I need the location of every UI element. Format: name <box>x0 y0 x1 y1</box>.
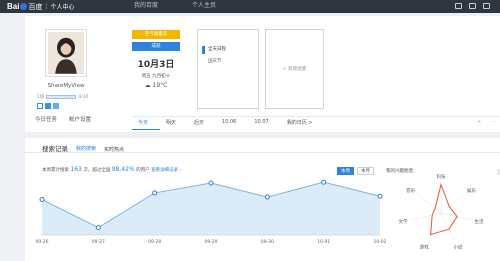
chart-tick-label: 09-26 <box>35 239 48 245</box>
chart-point <box>95 225 101 231</box>
tab-today[interactable]: 今天 <box>132 117 161 130</box>
paw-icon <box>20 3 28 10</box>
level-row: 1级 0/30 <box>37 94 89 101</box>
radar-label: 科技 <box>437 173 446 180</box>
badge-icon[interactable] <box>53 103 59 109</box>
baidu-logo[interactable]: Bai 百度 | 个人中心 <box>7 2 75 11</box>
radar-axis <box>411 212 442 220</box>
personal-center-label: 个人中心 <box>50 4 75 11</box>
radar-axis <box>440 194 465 214</box>
radar-axis <box>440 212 455 241</box>
user-icon[interactable] <box>483 3 490 9</box>
chart-point <box>264 194 270 200</box>
calendar-widget: 空气质量良 成就 10月3日 周五 九月初十 ☁ 19°C <box>132 30 180 110</box>
logo-bai: Bai <box>7 2 20 11</box>
tab-tomorrow[interactable]: 明天 <box>160 117 188 130</box>
badge-icon[interactable] <box>37 103 43 109</box>
weather-temp: 19°C <box>152 82 168 89</box>
chart-point <box>208 180 214 186</box>
day-tabs: 今天 明天 后天 10.06 10.07 我的日历 > + ··· <box>132 116 500 130</box>
profile-card: ShareMyView 1级 0/30 今日任务 帐户设置 空气质量良 成就 1… <box>25 16 500 132</box>
search-trend-chart: 09-26 09-27 09-28 09-29 09-30 10-01 10-02 科技娱乐生… <box>35 173 484 250</box>
search-record-panel: 搜索记录 我的搜索 实时热点 本周累计搜索 163 次，超过全国 98.42% … <box>25 138 500 261</box>
chart-tick-label: 10-02 <box>373 239 386 245</box>
avatar[interactable] <box>46 30 86 76</box>
chart-point <box>152 190 158 196</box>
chart-tick-label: 09-28 <box>148 239 161 245</box>
chart-tick-label: 10-01 <box>317 239 330 245</box>
radar-label: 生活 <box>475 218 484 225</box>
badge-icon[interactable] <box>45 103 51 109</box>
settings-icon[interactable] <box>469 3 476 9</box>
add-reminder-button[interactable]: + 新建提醒 <box>265 29 324 109</box>
level-label: 1级 <box>37 95 45 100</box>
week-lunar: 周五 九月初十 <box>141 74 171 79</box>
tab-account-settings[interactable]: 帐户设置 <box>69 115 91 123</box>
level-progress-bar <box>46 95 77 99</box>
username: ShareMyView <box>47 83 85 89</box>
current-date: 10月3日 <box>137 60 175 70</box>
radar-axis <box>427 212 442 241</box>
nav-my-baidu[interactable]: 我的百度 <box>134 0 158 9</box>
radar-label: 游戏 <box>420 243 429 250</box>
nav-home-page[interactable]: 个人主页 <box>192 0 216 9</box>
chart-tick-label: 09-30 <box>261 239 274 245</box>
tab-10-06[interactable]: 10.06 <box>216 117 248 130</box>
chart-point <box>377 193 383 199</box>
more-icon[interactable]: ··· <box>487 117 500 130</box>
logo-separator: | <box>45 3 48 10</box>
chart-area <box>42 182 380 235</box>
logo-du: 百度 <box>28 2 43 11</box>
radar-label: 娱乐 <box>467 187 476 194</box>
chart-tick-label: 09-27 <box>92 239 105 245</box>
schedule-marker <box>202 46 205 54</box>
radar-shape <box>430 182 458 236</box>
air-quality-button[interactable]: 空气质量良 <box>132 30 180 39</box>
cloud-icon: ☁ <box>144 82 151 89</box>
achievement-button[interactable]: 成就 <box>132 42 180 51</box>
schedule-box[interactable]: 全天日程 国庆节 <box>197 29 259 109</box>
schedule-item: 国庆节 <box>208 59 222 64</box>
radar-label: 音乐 <box>406 187 415 194</box>
tab-day-after[interactable]: 后天 <box>188 117 216 130</box>
tab-10-07[interactable]: 10.07 <box>248 117 280 130</box>
top-bar: Bai 百度 | 个人中心 我的百度 个人主页 <box>0 0 500 13</box>
schedule-title: 全天日程 <box>208 47 226 52</box>
chart-tick-label: 09-29 <box>204 239 217 245</box>
radar-label: 文学 <box>398 218 407 225</box>
message-icon[interactable] <box>455 3 462 9</box>
badges <box>37 103 59 109</box>
level-value: 0/30 <box>78 94 89 100</box>
tab-today-tasks[interactable]: 今日任务 <box>35 115 57 123</box>
add-icon[interactable]: + <box>477 117 487 130</box>
chart-point <box>39 197 45 203</box>
weather: ☁ 19°C <box>132 82 180 89</box>
radar-label: 小说 <box>453 243 462 250</box>
chart-point <box>321 179 327 185</box>
my-calendar-link[interactable]: 我的日历 > <box>281 117 325 130</box>
